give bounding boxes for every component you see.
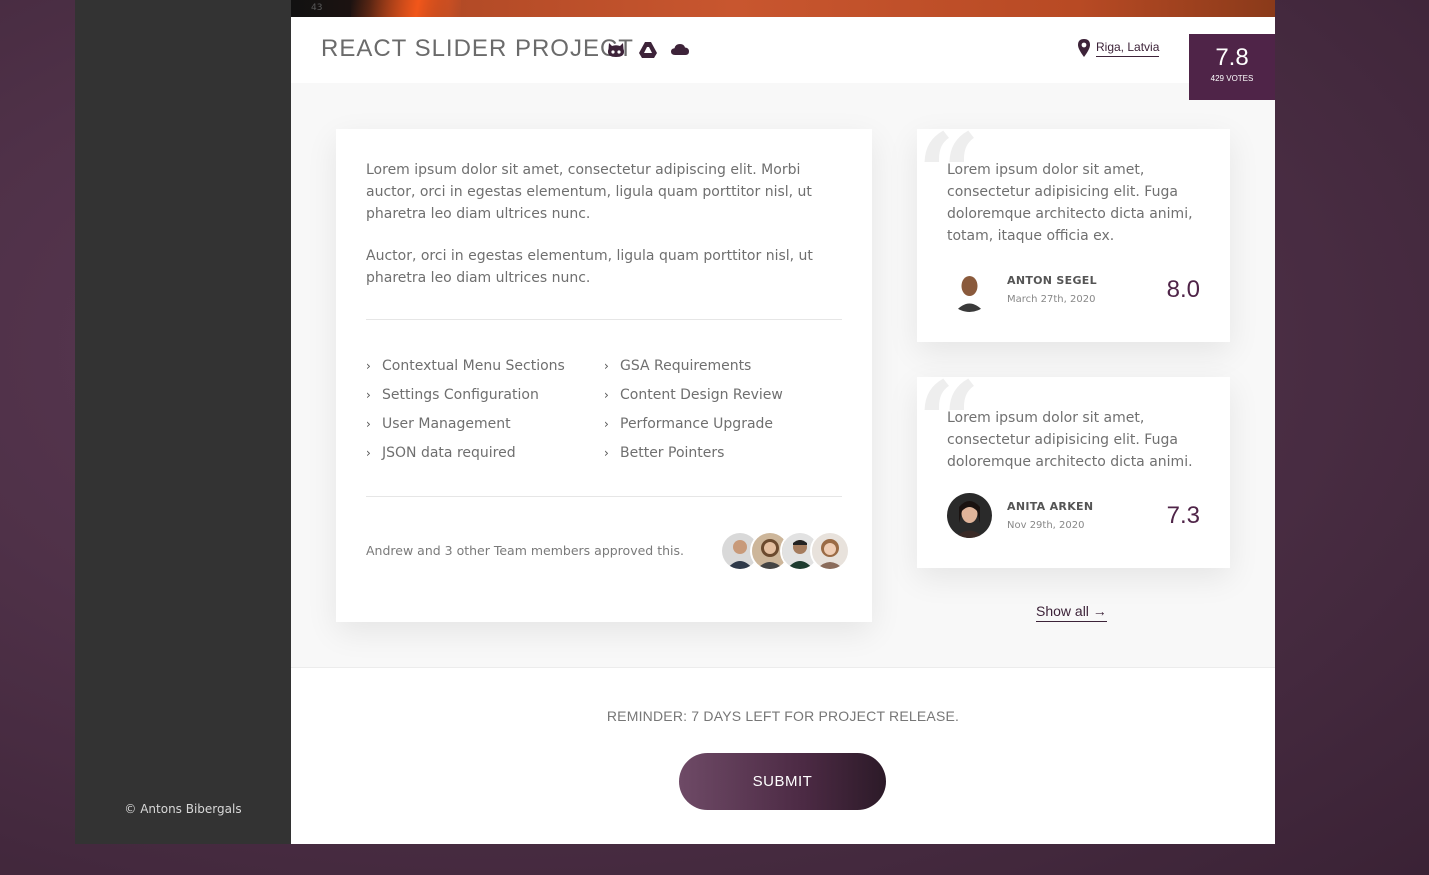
team-avatars[interactable] (720, 531, 850, 571)
avatar[interactable] (810, 531, 850, 571)
chevron-right-icon: › (604, 358, 609, 373)
chevron-right-icon: › (366, 387, 371, 402)
feature-item: › Content Design Review (604, 386, 783, 403)
cloud-icon[interactable] (670, 40, 690, 60)
feature-item: › GSA Requirements (604, 357, 752, 374)
description-paragraph-2: Auctor, orci in egestas elementum, ligul… (366, 248, 813, 286)
sidebar: © Antons Bibergals (75, 0, 291, 844)
avatar[interactable] (947, 493, 992, 538)
chevron-right-icon: › (366, 416, 371, 431)
avatar[interactable] (947, 267, 992, 312)
project-details-card: Lorem ipsum dolor sit amet, consectetur … (336, 129, 872, 622)
chevron-right-icon: › (366, 445, 371, 460)
location-link[interactable]: Riga, Latvia (1096, 40, 1160, 57)
reviewer-name: ANTON SEGEL (1007, 274, 1097, 287)
feature-item: › Performance Upgrade (604, 415, 774, 432)
review-card: “ Lorem ipsum dolor sit amet, consectetu… (917, 119, 1230, 342)
feature-item: › Better Pointers (604, 444, 725, 461)
chevron-right-icon: › (604, 387, 609, 402)
show-all-link[interactable]: Show all → (1036, 603, 1107, 622)
card-divider (366, 319, 842, 320)
description-paragraph-1: Lorem ipsum dolor sit amet, consectetur … (366, 162, 812, 222)
features-list-left: › Contextual Menu Sections › Settings Conf… (366, 351, 565, 467)
footer: REMINDER: 7 DAYS LEFT FOR PROJECT RELEAS… (291, 667, 1275, 844)
review-text: Lorem ipsum dolor sit amet, consectetur … (947, 162, 1193, 244)
card-divider (366, 496, 842, 497)
review-text: Lorem ipsum dolor sit amet, consectetur … (947, 410, 1193, 470)
app-frame: © Antons Bibergals 43 REACT SLIDER PROJE… (75, 0, 1275, 844)
reminder-text: REMINDER: 7 DAYS LEFT FOR PROJECT RELEAS… (606, 708, 960, 724)
review-card: “ Lorem ipsum dolor sit amet, consectetu… (917, 367, 1230, 568)
chevron-right-icon: › (366, 358, 371, 373)
location: Riga, Latvia (1078, 39, 1160, 57)
main-panel: 43 REACT SLIDER PROJECT Riga, Latvia 7.8… (291, 0, 1275, 844)
review-score: 7.3 (1166, 502, 1200, 529)
feature-item: › User Management (366, 415, 511, 432)
hero-number: 43 (311, 3, 323, 13)
feature-item: › Contextual Menu Sections (366, 357, 565, 374)
submit-button[interactable]: SUBMIT (679, 753, 886, 810)
chevron-right-icon: › (604, 416, 609, 431)
header-icons (606, 40, 690, 60)
project-header: REACT SLIDER PROJECT Riga, Latvia 7.8 42… (291, 17, 1275, 100)
approval-text: Andrew and 3 other Team members approved… (366, 543, 684, 558)
votes-count: 429 VOTES (1210, 74, 1254, 83)
score-badge: 7.8 429 VOTES (1189, 34, 1275, 100)
google-drive-icon[interactable] (638, 40, 658, 60)
feature-item: › JSON data required (366, 444, 516, 461)
chevron-right-icon: › (604, 445, 609, 460)
review-date: Nov 29th, 2020 (1007, 520, 1085, 531)
review-score: 8.0 (1166, 276, 1200, 303)
hero-image-strip: 43 (291, 0, 1275, 17)
reviewer-name: ANITA ARKEN (1007, 500, 1094, 513)
hero-streak (351, 0, 461, 17)
copyright-text: © Antons Bibergals (124, 802, 242, 816)
features-list-right: › GSA Requirements › Content Design Review… (604, 351, 783, 467)
page-title: REACT SLIDER PROJECT (321, 35, 634, 62)
feature-item: › Settings Configuration (366, 386, 539, 403)
github-icon[interactable] (606, 40, 626, 60)
score-value: 7.8 (1215, 44, 1249, 71)
location-pin-icon (1078, 39, 1090, 57)
review-date: March 27th, 2020 (1007, 294, 1096, 305)
